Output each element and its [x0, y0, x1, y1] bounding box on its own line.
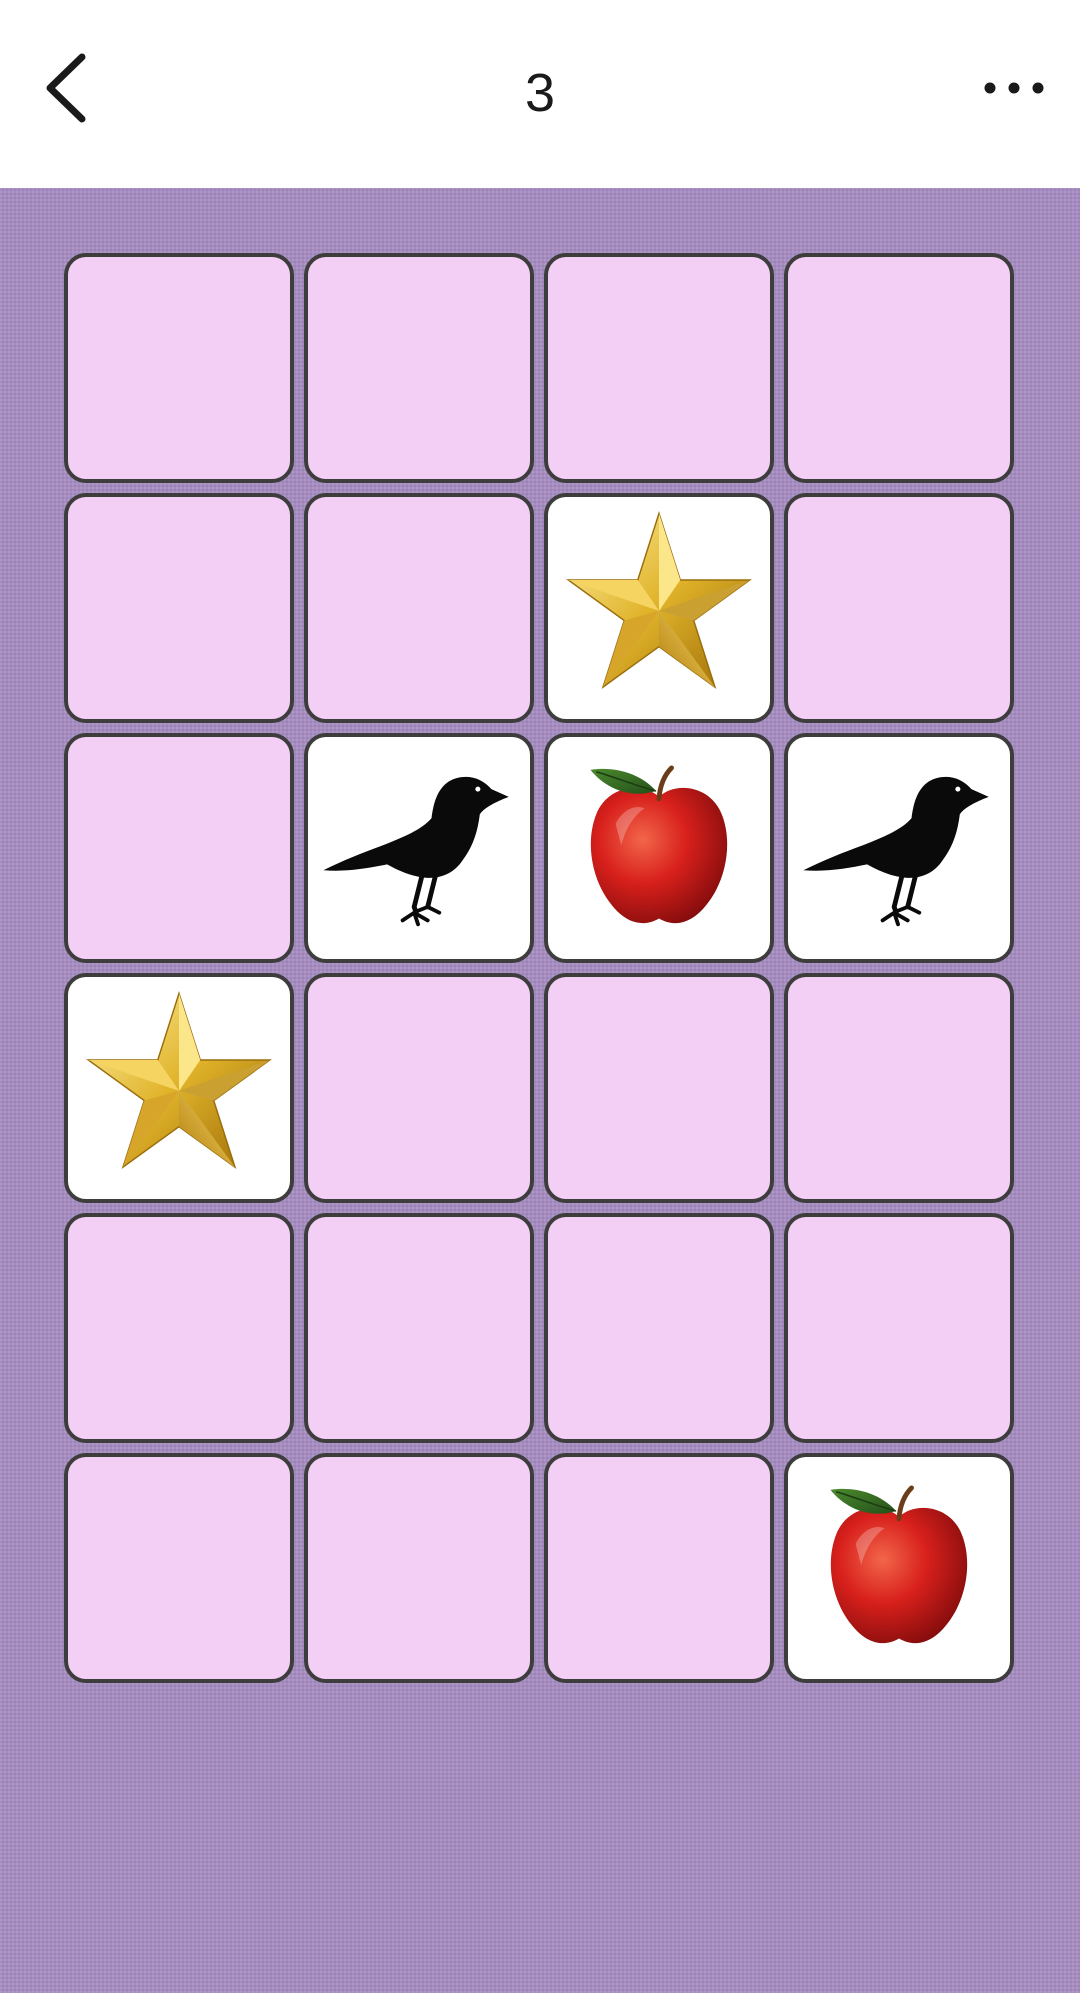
back-button[interactable] [36, 46, 96, 130]
memory-card-r4-c3[interactable] [544, 973, 774, 1203]
memory-card-r2-c3[interactable] [544, 493, 774, 723]
game-board [0, 188, 1080, 1993]
memory-card-r4-c1[interactable] [64, 973, 294, 1203]
card-grid [64, 253, 1016, 1683]
apple-icon [830, 1485, 968, 1644]
memory-card-r2-c2[interactable] [304, 493, 534, 723]
memory-card-r1-c1[interactable] [64, 253, 294, 483]
memory-card-r3-c3[interactable] [544, 733, 774, 963]
gold-star-icon [566, 511, 752, 690]
chevron-left-icon [46, 53, 86, 123]
memory-card-r1-c2[interactable] [304, 253, 534, 483]
memory-card-r4-c2[interactable] [304, 973, 534, 1203]
memory-card-r5-c2[interactable] [304, 1213, 534, 1443]
memory-card-r6-c1[interactable] [64, 1453, 294, 1683]
memory-card-r4-c4[interactable] [784, 973, 1014, 1203]
crow-icon [323, 776, 509, 927]
memory-card-r3-c1[interactable] [64, 733, 294, 963]
memory-card-r5-c1[interactable] [64, 1213, 294, 1443]
memory-card-r1-c3[interactable] [544, 253, 774, 483]
memory-card-r5-c3[interactable] [544, 1213, 774, 1443]
top-bar: 3 [0, 0, 1080, 188]
memory-card-r6-c3[interactable] [544, 1453, 774, 1683]
memory-card-r2-c1[interactable] [64, 493, 294, 723]
memory-card-r1-c4[interactable] [784, 253, 1014, 483]
memory-card-r3-c2[interactable] [304, 733, 534, 963]
memory-card-r5-c4[interactable] [784, 1213, 1014, 1443]
memory-card-r2-c4[interactable] [784, 493, 1014, 723]
crow-icon [803, 776, 989, 927]
apple-icon [590, 765, 728, 924]
memory-card-r3-c4[interactable] [784, 733, 1014, 963]
memory-card-r6-c4[interactable] [784, 1453, 1014, 1683]
move-counter: 3 [524, 63, 556, 123]
more-options-button[interactable] [978, 60, 1050, 116]
gold-star-icon [86, 991, 272, 1170]
more-horizontal-icon [984, 82, 1044, 94]
memory-card-r6-c2[interactable] [304, 1453, 534, 1683]
